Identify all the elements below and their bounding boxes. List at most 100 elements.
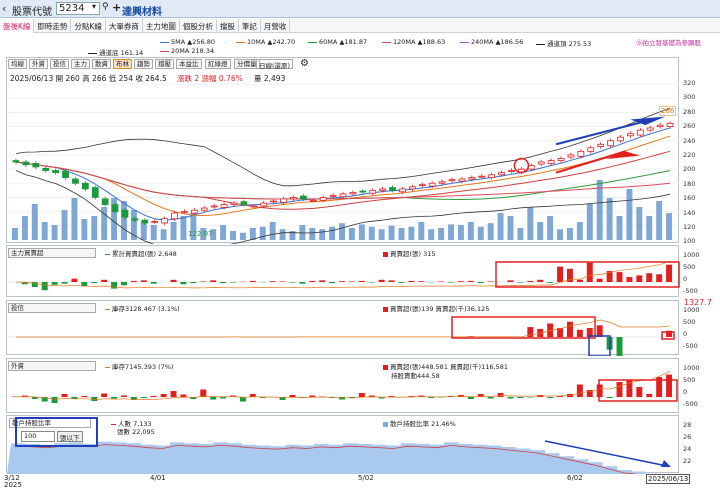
- main-force-bar: [61, 282, 68, 284]
- candle: [309, 199, 317, 202]
- candle: [32, 163, 40, 168]
- price-axis: 320 300 280 260 240 220 200 180 160 140 120 100: [681, 57, 717, 245]
- candle: [577, 150, 585, 157]
- tab-1[interactable]: 即時走勢: [34, 19, 72, 33]
- volume-bar: [299, 225, 306, 240]
- candle: [488, 174, 496, 178]
- tab-0[interactable]: 盤後K線: [0, 19, 35, 33]
- candle: [329, 194, 337, 197]
- volume-bar: [239, 232, 246, 240]
- candle: [250, 205, 258, 208]
- candle: [280, 198, 287, 203]
- add-icon[interactable]: +: [112, 1, 121, 14]
- candle: [299, 195, 307, 200]
- p4Axis-tick-2: 24: [683, 445, 692, 453]
- volume-bar: [12, 228, 18, 240]
- candle: [210, 205, 218, 208]
- main-force-bar: [269, 281, 276, 282]
- main-force-bar: [358, 280, 365, 282]
- price-tick-9: 140: [683, 208, 696, 217]
- main-force-bar: [140, 280, 147, 282]
- x-year: 2025: [4, 481, 22, 489]
- volume-bar: [348, 228, 355, 240]
- tab-8[interactable]: 月營收: [261, 19, 291, 33]
- candle: [607, 140, 614, 147]
- p4Axis-tick-1: 26: [683, 433, 692, 441]
- p4Axis-tick-3: 22: [683, 457, 692, 465]
- main-force-bar: [348, 281, 355, 282]
- ma-legend-4: 240MA ▲186.56: [460, 38, 523, 46]
- back-icon[interactable]: ‹: [2, 2, 6, 15]
- investment-trust-bar: [576, 329, 583, 337]
- top-bar: ‹ 股票代號 5234 ▾ ⚲ + 達興材料: [0, 0, 720, 18]
- volume-bar: [21, 216, 28, 240]
- volume-bar: [220, 225, 227, 240]
- tab-3[interactable]: 大單券商: [106, 19, 143, 33]
- volume-bar: [398, 228, 405, 240]
- volume-bar: [487, 223, 494, 240]
- candle: [240, 201, 248, 205]
- candle: [547, 160, 555, 164]
- main-force-bar: [596, 278, 603, 282]
- tab-5[interactable]: 個股分析: [180, 19, 217, 33]
- volume-bar: [309, 228, 316, 240]
- notice-text[interactable]: ⓪拍立發基礎為參顯股: [636, 37, 701, 47]
- volume-bar: [596, 180, 603, 240]
- main-force-bar: [646, 273, 653, 282]
- main-force-bar: [220, 282, 227, 284]
- ma-legend-5: 通道頂 275.53: [536, 38, 591, 48]
- candle: [161, 218, 168, 224]
- foreign-bar: [81, 396, 88, 397]
- volume-bar: [616, 216, 623, 240]
- candlestick-chart[interactable]: [7, 58, 680, 244]
- x-axis: 3/12 2025 4/01 5/02 6/02 2025/06/13: [0, 474, 720, 489]
- main-force-bar: [101, 279, 108, 282]
- search-icon[interactable]: ⚲: [102, 2, 109, 12]
- p4Axis-tick-0: 28: [683, 421, 692, 429]
- main-force-bar: [71, 278, 78, 282]
- price-tick-4: 240: [683, 136, 696, 145]
- dropdown-icon[interactable]: ▾: [92, 2, 96, 11]
- volume-bar: [497, 213, 504, 240]
- candle: [62, 170, 69, 179]
- tab-6[interactable]: 擋股: [217, 19, 239, 33]
- foreign-bar: [467, 397, 474, 399]
- x-current-date: 2025/06/13: [646, 474, 691, 484]
- code-label: 股票代號: [12, 7, 52, 18]
- main-force-bar: [130, 280, 137, 282]
- candle: [12, 160, 20, 163]
- candle: [319, 197, 327, 201]
- candle: [171, 212, 178, 220]
- foreign-bar: [160, 394, 167, 397]
- price-tick-2: 280: [683, 107, 696, 116]
- main-force-bar: [408, 280, 415, 282]
- foreign-bar: [517, 397, 524, 398]
- price-panel: 均線 外資 投信 主力 散資 布林 趨勢 撐壓 本益比 紅綠燈 分價量 日線(還原) ⚙ 2025/…: [6, 57, 680, 244]
- volume-bar: [438, 228, 445, 240]
- main-force-bar: [666, 264, 673, 282]
- main-force-bar: [41, 282, 48, 291]
- candle: [498, 172, 505, 176]
- candle: [597, 143, 605, 147]
- price-tick-7: 180: [683, 179, 696, 188]
- foreign-bar: [51, 397, 58, 403]
- volume-bar: [269, 222, 276, 240]
- main-force-bar: [626, 277, 633, 282]
- legend-ratio: 散戶持股比率 21.46%: [383, 418, 456, 428]
- foreign-bar-chart[interactable]: [7, 359, 680, 414]
- ma-legend2-0: 通道底 161.14: [88, 47, 143, 57]
- foreign-bar: [150, 396, 157, 397]
- candle: [408, 186, 416, 190]
- tab-4[interactable]: 主力地圖: [143, 19, 180, 33]
- main-force-bar: [230, 282, 236, 283]
- foreign-bar: [646, 394, 653, 397]
- volume-bar: [329, 226, 336, 240]
- price-tick-8: 160: [683, 194, 696, 203]
- foreign-bar: [497, 393, 504, 397]
- tab-7[interactable]: 筆記: [239, 19, 261, 33]
- main-force-bar-chart[interactable]: [7, 246, 680, 298]
- main-force-bar: [200, 281, 207, 282]
- tab-2[interactable]: 分點K線: [71, 19, 106, 33]
- retail-ratio-area-chart[interactable]: [7, 416, 680, 474]
- investment-trust-bar-chart[interactable]: [7, 301, 680, 356]
